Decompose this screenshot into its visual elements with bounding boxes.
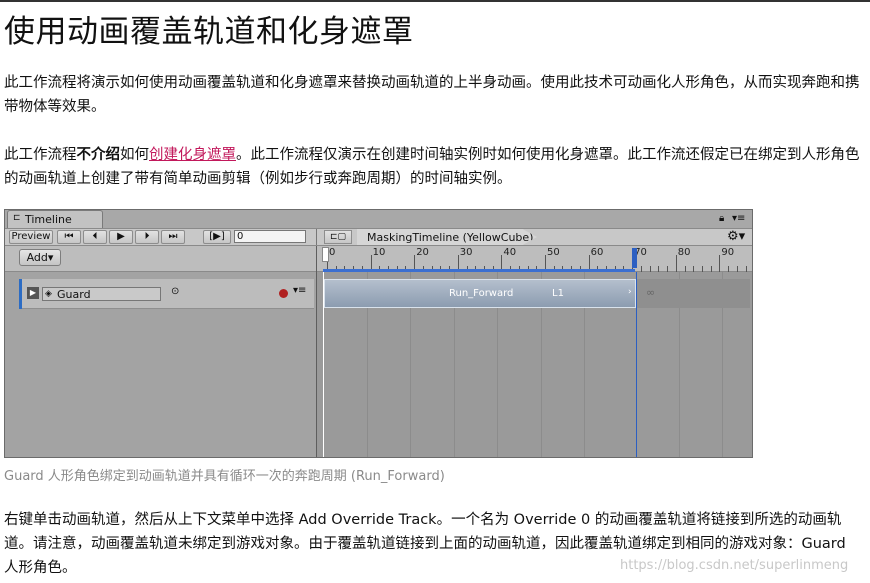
track-list: ▶ ◈ Guard ⊙ ▾≡: [5, 272, 316, 457]
tab-timeline[interactable]: ⊏ Timeline: [7, 210, 103, 228]
breadcrumb[interactable]: MaskingTimeline (YellowCube): [357, 229, 537, 245]
ruler-tick-label: 20: [416, 247, 429, 258]
gear-icon[interactable]: ⚙▾: [727, 229, 745, 244]
tab-label: Timeline: [25, 213, 72, 226]
prerequisite-paragraph: 此工作流程不介绍如何创建化身遮罩。此工作流程仅演示在创建时间轴实例时如何使用化身…: [4, 143, 860, 191]
track-binding-label: Guard: [57, 288, 91, 301]
top-border: [0, 0, 870, 2]
lock-icon[interactable]: 🔒︎: [719, 213, 724, 224]
page-title: 使用动画覆盖轨道和化身遮罩: [4, 14, 414, 50]
track-menu-icon[interactable]: ▾≡: [293, 285, 306, 296]
intro-paragraph: 此工作流程将演示如何使用动画覆盖轨道和化身遮罩来替换动画轨道的上半身动画。使用此…: [4, 75, 860, 115]
figure-caption: Guard 人形角色绑定到动画轨道并具有循环一次的奔跑周期 (Run_Forwa…: [4, 469, 445, 484]
go-to-start-button[interactable]: ⏮: [57, 230, 81, 244]
para2-text-a: 此工作流程: [4, 147, 77, 163]
track-binding-field[interactable]: ◈ Guard: [42, 287, 161, 301]
ruler-tick-label: 30: [459, 247, 473, 258]
breadcrumb-label: MaskingTimeline (YellowCube): [367, 231, 534, 244]
frame-input[interactable]: 0: [234, 230, 306, 243]
ruler-tick-label: 60: [590, 247, 604, 258]
create-avatar-mask-link[interactable]: 创建化身遮罩: [149, 147, 236, 163]
preview-button[interactable]: Preview: [9, 230, 53, 244]
animation-track-header[interactable]: ▶ ◈ Guard ⊙ ▾≡: [19, 279, 314, 309]
ruler-tick-label: 80: [677, 247, 691, 258]
timeline-window: ⊏ Timeline 🔒︎ ▾≡ Preview ⏮ ⏴ ▶ ⏵ ⏭ [▶] 0…: [4, 209, 753, 458]
ruler-major-tick: [675, 255, 677, 272]
object-picker-icon[interactable]: ⊙: [171, 286, 179, 297]
watermark: https://blog.csdn.net/superlinmeng: [620, 558, 849, 573]
playhead-handle[interactable]: [322, 247, 329, 262]
timeline-end-marker[interactable]: [632, 248, 637, 268]
para2-bold-text: 不介绍: [76, 147, 121, 163]
ruler-major-tick: [719, 255, 721, 272]
time-ruler[interactable]: 0 10 20 30 40 50 60 70 80 90: [322, 246, 752, 272]
go-to-end-button[interactable]: ⏭: [161, 230, 185, 244]
next-frame-button[interactable]: ⏵: [135, 230, 159, 244]
track-color-accent: [19, 279, 22, 309]
animation-clip[interactable]: Run_Forward L1 ›: [324, 279, 636, 308]
game-object-icon: ◈: [45, 289, 52, 299]
loop-icon: ∞: [646, 286, 656, 299]
playback-toolbar: Preview ⏮ ⏴ ▶ ⏵ ⏭ [▶] 0 ⊏▢ ÷ MaskingTime…: [5, 228, 752, 254]
timeline-selector-button[interactable]: ⊏▢ ÷: [324, 230, 352, 254]
toolbar-divider: [316, 229, 317, 245]
loop-region: ∞: [636, 279, 750, 308]
track-header-row: Add▾ 0 10 20 30 40 50 60 70 80 90: [5, 246, 752, 272]
clip-name: Run_Forward: [449, 288, 514, 299]
end-line: [636, 272, 637, 457]
clips-area[interactable]: ∞ Run_Forward L1 ›: [317, 272, 752, 457]
para2-text-b: 如何: [120, 147, 149, 163]
tab-strip: ⊏ Timeline 🔒︎ ▾≡: [5, 210, 752, 228]
playhead-line: [323, 272, 324, 457]
play-button[interactable]: ▶: [109, 230, 133, 244]
ruler-tick-label: 40: [503, 247, 517, 258]
add-track-button[interactable]: Add▾: [19, 249, 61, 266]
record-button[interactable]: [279, 289, 288, 298]
previous-frame-button[interactable]: ⏴: [83, 230, 107, 244]
clip-suffix: L1: [552, 288, 564, 299]
play-range-button[interactable]: [▶]: [203, 230, 231, 244]
ruler-tick-label: 50: [547, 247, 560, 258]
clip-end-arrow-icon: ›: [628, 287, 632, 297]
window-menu-icon[interactable]: ▾≡: [732, 213, 745, 224]
timeline-icon: ⊏: [13, 213, 21, 223]
track-expand-icon[interactable]: ▶: [27, 287, 39, 299]
ruler-tick-label: 10: [372, 247, 386, 258]
ruler-tick-label: 90: [721, 247, 735, 258]
ruler-tick-label: 0: [329, 247, 336, 258]
